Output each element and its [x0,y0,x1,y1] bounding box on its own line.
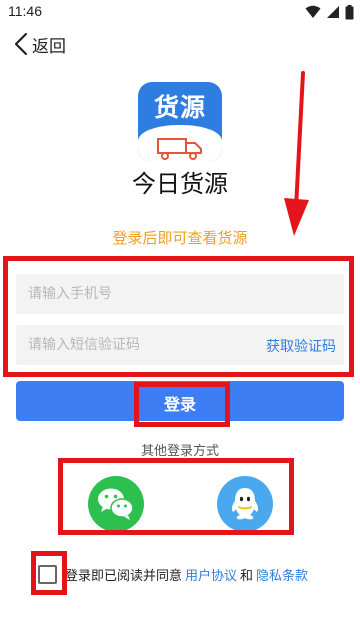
agreement-row: 登录即已阅读并同意 用户协议 和 隐私条款 [38,562,308,586]
get-code-button[interactable]: 获取验证码 [266,336,336,356]
annotation-arrow [284,71,309,236]
agreement-text: 登录即已阅读并同意 [65,568,183,584]
user-agreement-link[interactable]: 用户协议 [185,565,237,584]
wechat-icon [98,488,134,520]
truck-icon [157,138,202,160]
status-icons [305,4,354,20]
other-login-label: 其他登录方式 [140,444,219,459]
wechat-login-button[interactable] [88,476,144,532]
app-logo: 货源 [138,82,222,162]
agreement-checkbox[interactable] [38,564,57,584]
qq-login-button[interactable] [217,476,273,532]
back-button[interactable]: 返回 [14,30,66,58]
logo-text: 货源 [153,93,206,122]
login-button-label: 登录 [163,397,196,414]
sms-code-input[interactable] [16,325,236,365]
battery-icon [345,4,354,19]
chevron-left-icon [14,32,28,56]
privacy-policy-link[interactable]: 隐私条款 [256,565,308,584]
signal-icon [327,6,339,18]
qq-icon [231,488,259,520]
status-time: 11:46 [8,3,42,19]
login-button[interactable]: 登录 [16,381,344,421]
phone-field [16,274,344,314]
phone-input[interactable] [16,274,236,314]
code-field: 获取验证码 [16,325,344,365]
back-label: 返回 [32,36,66,57]
agreement-and: 和 [240,568,254,584]
wifi-icon [305,5,321,18]
status-bar: 11:46 [0,0,360,24]
